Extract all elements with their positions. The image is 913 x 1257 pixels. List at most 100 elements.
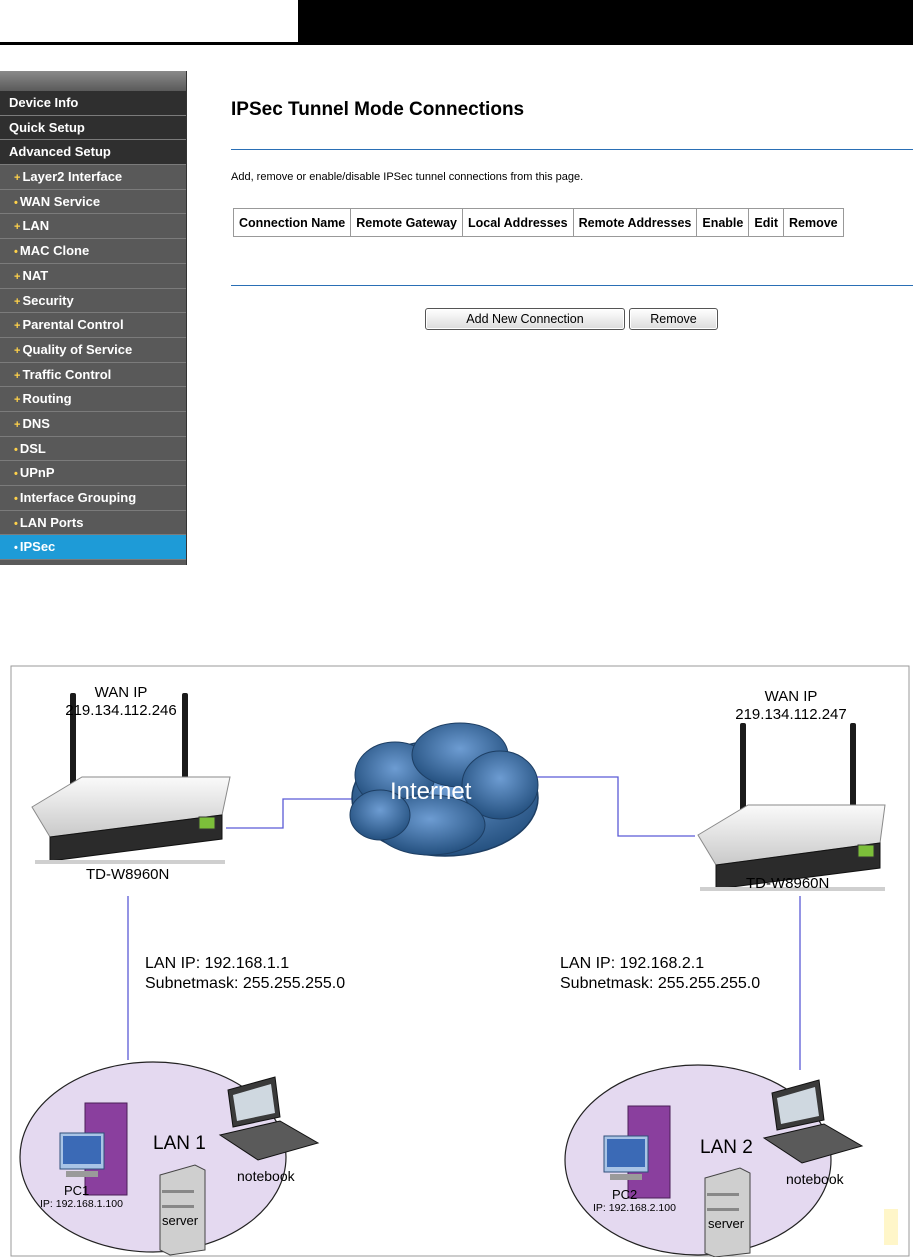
nav-bullet-icon: • (14, 196, 18, 209)
sidebar-item-label: Quick Setup (9, 119, 85, 135)
nav-bullet-icon: • (14, 517, 18, 530)
column-header: Remote Gateway (350, 208, 463, 237)
sidebar-item-quality-of-service[interactable]: + Quality of Service (0, 337, 186, 363)
nav-bullet-icon: • (14, 542, 18, 555)
nav-bullet-icon: • (14, 443, 18, 456)
sidebar-item-label: Quality of Service (22, 341, 133, 357)
router-ui-screenshot: Device Info Quick Setup Advanced Setup + Lay… (0, 71, 913, 565)
remove-button[interactable]: Remove (629, 308, 718, 330)
sidebar-item-label: Traffic Control (22, 366, 112, 382)
server-icon-lan1 (159, 1164, 206, 1256)
sidebar-item-label: WAN Service (19, 193, 101, 209)
column-header: Local Addresses (462, 208, 574, 237)
column-header: Edit (748, 208, 784, 237)
nav-bullet-icon: + (14, 394, 21, 407)
column-header: Enable (696, 208, 750, 237)
sidebar-item-layer2-interface[interactable]: + Layer2 Interface (0, 165, 186, 190)
sidebar-item-security[interactable]: + Security (0, 288, 186, 314)
sidebar-item-label: Advanced Setup (9, 144, 111, 160)
sidebar-item-label: Routing (22, 391, 72, 407)
sidebar-item-quick-setup[interactable]: Quick Setup (0, 115, 186, 141)
nav-bullet-icon: + (14, 295, 21, 308)
lan2-label: LAN 2 (700, 1137, 753, 1158)
sidebar-item-nat[interactable]: + NAT (0, 263, 186, 289)
left-wan-ip: 219.134.112.246 (65, 702, 177, 719)
left-router-model: TD-W8960N (86, 866, 170, 883)
server-icon-lan2 (704, 1167, 751, 1257)
column-header: Remote Addresses (572, 208, 698, 237)
sidebar-item-interface-grouping[interactable]: • Interface Grouping (0, 486, 186, 511)
notebook1-label: notebook (237, 1168, 295, 1184)
nav-bullet-icon: • (14, 493, 18, 505)
left-wan-label: WAN IP (94, 684, 148, 701)
sidebar-item-label: Security (22, 292, 74, 308)
sidebar-item-label: Parental Control (22, 317, 124, 333)
pc2-label: PC2 (612, 1187, 638, 1202)
pc1-label: PC1 (64, 1183, 90, 1198)
corner-mark (884, 1209, 898, 1245)
nav-bullet-icon: + (14, 369, 21, 382)
diagram-graphics (10, 665, 910, 1257)
server1-label: server (162, 1213, 199, 1228)
nav-bullet-icon: + (14, 270, 21, 283)
sidebar-item-routing[interactable]: + Routing (0, 387, 186, 412)
sidebar-nav: Device Info Quick Setup Advanced Setup + Lay… (0, 71, 187, 565)
sidebar-item-lan-ports[interactable]: • LAN Ports (0, 510, 186, 536)
nav-list: Device Info Quick Setup Advanced Setup + Lay… (0, 91, 186, 561)
sidebar-item-label: NAT (22, 267, 49, 283)
right-wan-label: WAN IP (764, 688, 818, 705)
sidebar-item-advanced-setup[interactable]: Advanced Setup (0, 140, 186, 166)
sidebar-item-wan-service[interactable]: • WAN Service (0, 189, 186, 215)
left-wan-link (226, 798, 355, 829)
sidebar-item-lan[interactable]: + LAN (0, 214, 186, 240)
nav-bullet-icon: + (14, 172, 21, 185)
sidebar-item-label: Device Info (9, 95, 79, 110)
sidebar-item-label: UPnP (19, 465, 55, 481)
sidebar-item-ipsec[interactable]: • IPSec (0, 535, 186, 561)
right-router-icon (697, 723, 886, 891)
right-wan-ip: 219.134.112.247 (735, 706, 847, 723)
nav-bullet-icon: • (14, 468, 18, 481)
sidebar-item-dns[interactable]: + DNS (0, 411, 186, 437)
sidebar-item-upnp[interactable]: • UPnP (0, 461, 186, 486)
add-new-connection-button[interactable]: Add New Connection (425, 308, 625, 330)
nav-bullet-icon: + (14, 344, 21, 357)
title-divider (231, 149, 913, 150)
page-title: IPSec Tunnel Mode Connections (231, 99, 525, 120)
pc1-ip: IP: 192.168.1.100 (40, 1198, 123, 1210)
left-lan-ip: LAN IP: 192.168.1.1 (145, 955, 290, 972)
pc2-ip: IP: 192.168.2.100 (593, 1202, 676, 1214)
sidebar-item-label: Interface Grouping (19, 490, 137, 505)
sidebar-item-label: LAN Ports (19, 514, 84, 530)
header-rule (0, 42, 913, 45)
nav-bullet-icon: • (14, 246, 18, 259)
nav-bullet-icon: + (14, 221, 21, 234)
right-wan-link (528, 776, 695, 837)
main-content: IPSec Tunnel Mode Connections Add, remov… (188, 71, 913, 565)
sidebar-item-label: LAN (22, 218, 50, 234)
lan1-label: LAN 1 (153, 1133, 206, 1154)
sidebar-item-parental-control[interactable]: + Parental Control (0, 313, 186, 338)
sidebar-item-label: DNS (22, 415, 50, 431)
sidebar-item-label: IPSec (19, 539, 56, 555)
right-router-model: TD-W8960N (746, 875, 830, 892)
left-subnet: Subnetmask: 255.255.255.0 (145, 975, 346, 992)
internet-label: Internet (390, 778, 472, 805)
server2-label: server (708, 1216, 745, 1231)
sidebar-item-traffic-control[interactable]: + Traffic Control (0, 362, 186, 388)
sidebar-top (0, 71, 186, 91)
sidebar-item-label: Layer2 Interface (22, 169, 123, 185)
table-header-row: Connection Name Remote Gateway Local Addre… (232, 208, 844, 237)
network-diagram: WAN IP 219.134.112.246 WAN IP 219.134.11… (0, 665, 913, 1257)
sidebar-item-label: DSL (19, 440, 46, 456)
nav-bullet-icon: + (14, 418, 21, 431)
sidebar-item-device-info[interactable]: Device Info (0, 91, 186, 116)
right-subnet: Subnetmask: 255.255.255.0 (560, 975, 761, 992)
notebook2-label: notebook (786, 1171, 844, 1187)
header-bar (298, 0, 913, 42)
sidebar-item-dsl[interactable]: • DSL (0, 436, 186, 462)
sidebar-item-mac-clone[interactable]: • MAC Clone (0, 239, 186, 264)
nav-bullet-icon: + (14, 320, 21, 333)
page-description: Add, remove or enable/disable IPSec tunn… (231, 171, 584, 183)
sidebar-item-label: MAC Clone (19, 243, 90, 259)
